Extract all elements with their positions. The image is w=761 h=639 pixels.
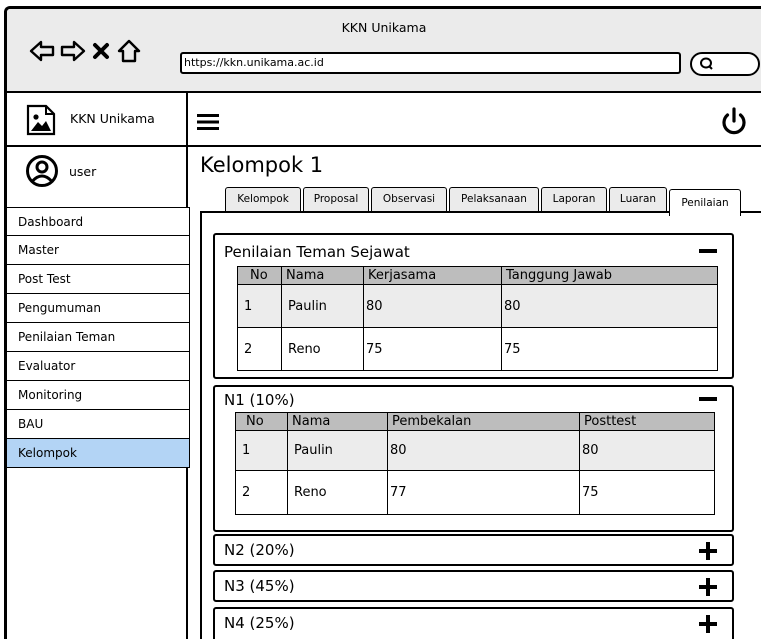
table-header-row: No Nama Pembekalan Posttest (235, 412, 715, 431)
nav-controls (29, 39, 142, 67)
sidebar-item-monitoring[interactable]: Monitoring (7, 381, 190, 410)
user-profile[interactable]: user (7, 147, 188, 203)
table-row: 1 Paulin 80 80 (237, 284, 718, 328)
sidebar-item-master[interactable]: Master (7, 236, 190, 265)
collapse-icon[interactable] (698, 241, 718, 265)
tab-pelaksanaan[interactable]: Pelaksanaan (449, 187, 539, 211)
peer-table: No Nama Kerjasama Tanggung Jawab 1 Pauli… (237, 266, 718, 371)
column-header: No (235, 412, 288, 431)
sidebar: user Dashboard Master Post Test Pengumum… (7, 147, 190, 639)
panel-title: Penilaian Teman Sejawat (224, 243, 410, 261)
brand: KKN Unikama (7, 93, 188, 145)
url-bar[interactable]: https://kkn.unikama.ac.id (180, 52, 681, 74)
column-header: No (237, 266, 282, 285)
panel-title: N1 (10%) (224, 391, 295, 409)
column-header: Kerjasama (363, 266, 502, 285)
power-icon[interactable] (719, 106, 749, 142)
content-left-border (200, 211, 202, 639)
panel-title: N3 (45%) (224, 577, 295, 595)
window-title: KKN Unikama (341, 20, 427, 35)
close-icon[interactable] (91, 40, 111, 66)
app-header: KKN Unikama (7, 93, 761, 147)
browser-search-field[interactable] (690, 52, 760, 76)
sidebar-item-evaluator[interactable]: Evaluator (7, 352, 190, 381)
user-name: user (69, 164, 97, 179)
tab-observasi[interactable]: Observasi (371, 187, 447, 211)
table-row: 2 Reno 75 75 (237, 327, 718, 371)
home-icon[interactable] (116, 39, 142, 67)
table-cell: 1 (235, 430, 288, 471)
column-header: Nama (287, 412, 388, 431)
table-cell: 80 (363, 284, 502, 328)
table-cell: 2 (235, 470, 288, 515)
table-cell: 80 (387, 430, 580, 471)
tab-laporan[interactable]: Laporan (541, 187, 607, 211)
page-title: Kelompok 1 (200, 153, 324, 177)
table-cell: 2 (237, 327, 282, 371)
sidebar-item-penilaian-teman[interactable]: Penilaian Teman (7, 323, 190, 352)
table-cell: 75 (363, 327, 502, 371)
table-row: 2 Reno 77 75 (235, 470, 715, 515)
column-header: Nama (281, 266, 364, 285)
search-icon (698, 56, 716, 76)
browser-window: KKN Unikama https://kkn.unikama.ac.id KK… (4, 6, 761, 639)
table-cell: 77 (387, 470, 580, 515)
table-cell: 80 (501, 284, 718, 328)
image-icon (26, 104, 56, 140)
sidebar-item-post-test[interactable]: Post Test (7, 265, 190, 294)
column-header: Tanggung Jawab (501, 266, 718, 285)
hamburger-icon[interactable] (197, 113, 219, 135)
panel-n3[interactable]: N3 (45%) (213, 570, 734, 602)
table-row: 1 Paulin 80 80 (235, 430, 715, 471)
expand-icon[interactable] (698, 614, 718, 638)
browser-chrome: KKN Unikama https://kkn.unikama.ac.id (7, 9, 761, 93)
column-header: Pembekalan (387, 412, 580, 431)
sidebar-item-kelompok[interactable]: Kelompok (7, 439, 190, 468)
tab-luaran[interactable]: Luaran (609, 187, 667, 211)
table-cell: 80 (579, 430, 715, 471)
table-cell: 1 (237, 284, 282, 328)
tab-kelompok[interactable]: Kelompok (225, 187, 301, 211)
table-cell: 75 (579, 470, 715, 515)
table-cell: 75 (501, 327, 718, 371)
sidebar-item-bau[interactable]: BAU (7, 410, 190, 439)
collapse-icon[interactable] (698, 389, 718, 413)
table-header-row: No Nama Kerjasama Tanggung Jawab (237, 266, 718, 285)
tab-proposal[interactable]: Proposal (303, 187, 369, 211)
panel-title: N2 (20%) (224, 541, 295, 559)
table-cell: Paulin (287, 430, 388, 471)
panel-n2[interactable]: N2 (20%) (213, 534, 734, 566)
user-circle-icon (25, 154, 59, 192)
expand-icon[interactable] (698, 577, 718, 601)
panel-peer-assessment: Penilaian Teman Sejawat No Nama Kerjasam… (213, 233, 734, 379)
sidebar-item-dashboard[interactable]: Dashboard (7, 207, 190, 236)
column-header: Posttest (579, 412, 715, 431)
table-cell: Reno (281, 327, 364, 371)
panel-title: N4 (25%) (224, 614, 295, 632)
forward-arrow-icon[interactable] (60, 39, 86, 67)
panel-n4[interactable]: N4 (25%) (213, 607, 734, 639)
panel-n1: N1 (10%) No Nama Pembekalan Posttest 1 P… (213, 385, 734, 532)
sidebar-menu: Dashboard Master Post Test Pengumuman Pe… (7, 207, 190, 468)
sidebar-item-pengumuman[interactable]: Pengumuman (7, 294, 190, 323)
tab-penilaian[interactable]: Penilaian (669, 189, 741, 216)
back-arrow-icon[interactable] (29, 39, 55, 67)
n1-table: No Nama Pembekalan Posttest 1 Paulin 80 … (235, 412, 715, 515)
expand-icon[interactable] (698, 541, 718, 565)
table-cell: Paulin (281, 284, 364, 328)
table-cell: Reno (287, 470, 388, 515)
brand-label: KKN Unikama (70, 111, 155, 126)
